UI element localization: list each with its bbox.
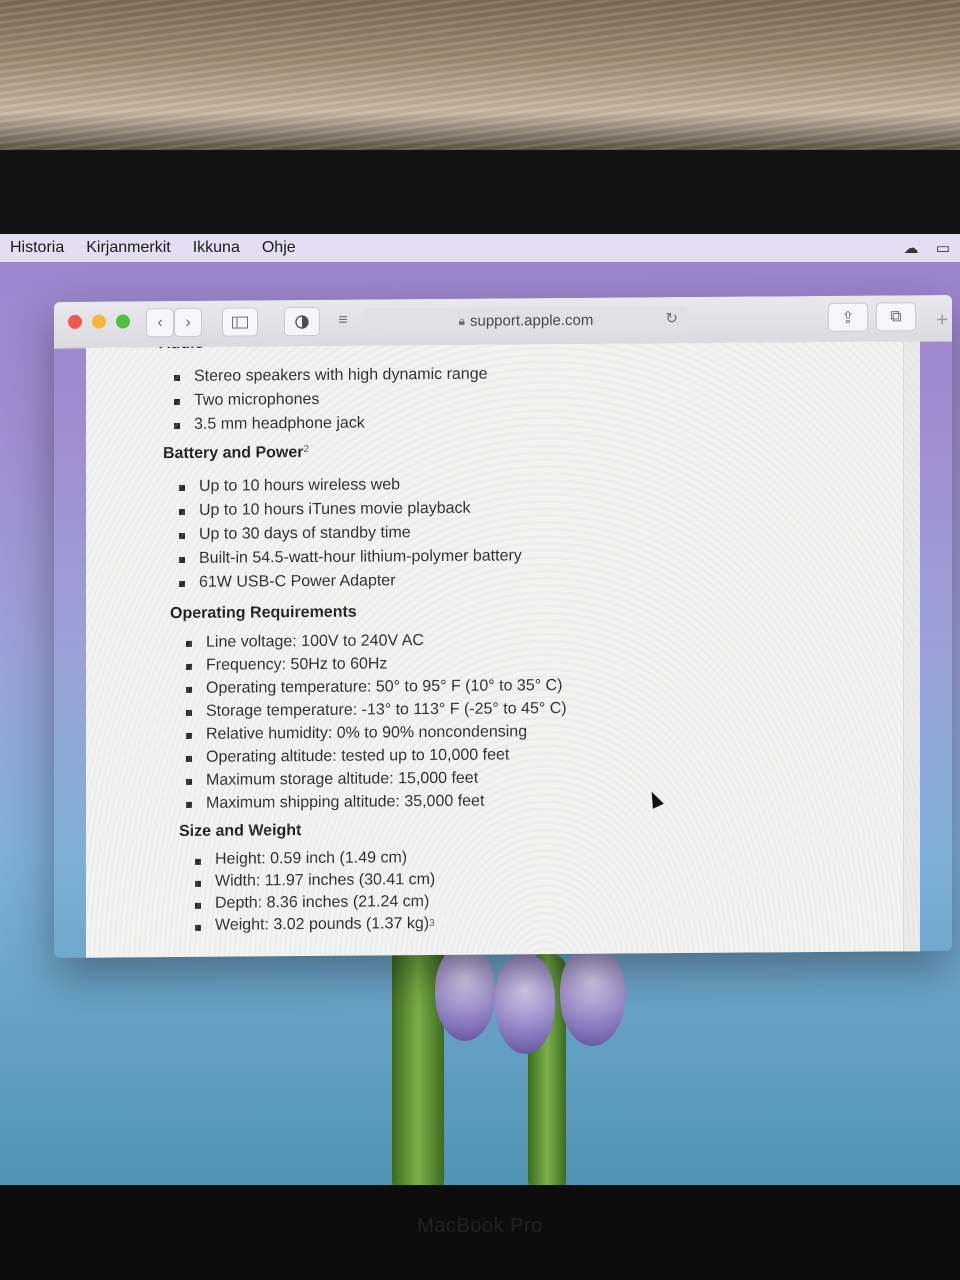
privacy-button[interactable] (284, 306, 320, 337)
audio-list: Stereo speakers with high dynamic range … (174, 359, 920, 437)
menu-historia[interactable]: Historia (10, 239, 64, 257)
menu-ohje[interactable]: Ohje (262, 239, 296, 257)
close-button[interactable] (68, 314, 82, 329)
safari-window: ‹ › ≡ 🔒︎ support.apple.com ↻ ⇪ ⧉ + Audio… (54, 294, 952, 958)
address-bar[interactable]: 🔒︎ support.apple.com ↻ (364, 306, 688, 335)
battery-section: Battery and Power2 Up to 10 hours wirele… (163, 439, 920, 596)
size-list: Height: 0.59 inch (1.49 cm) Width: 11.97… (195, 842, 920, 936)
footnote-3[interactable]: 3 (429, 918, 435, 929)
back-button[interactable]: ‹ (146, 308, 174, 338)
lock-icon: 🔒︎ (458, 313, 465, 328)
minimize-button[interactable] (92, 314, 106, 329)
airplay-icon[interactable]: ▭ (932, 238, 954, 258)
list-item: 3.5 mm headphone jack (174, 407, 920, 437)
operating-list: Line voltage: 100V to 240V AC Frequency:… (186, 625, 920, 815)
size-section: Size and Weight Height: 0.59 inch (1.49 … (179, 816, 920, 937)
menu-bar: Historia Kirjanmerkit Ikkuna Ohje ☁ ▭ (0, 234, 960, 262)
tabs-icon: ⧉ (890, 307, 902, 325)
sidebar-icon (232, 315, 248, 329)
battery-heading: Battery and Power2 (163, 443, 310, 463)
battery-list: Up to 10 hours wireless web Up to 10 hou… (179, 469, 920, 595)
operating-heading: Operating Requirements (170, 603, 357, 623)
address-url: support.apple.com (469, 311, 594, 330)
screen: Historia Kirjanmerkit Ikkuna Ohje ☁ ▭ ‹ … (0, 234, 960, 1185)
wallpaper-flower (425, 946, 635, 1056)
reader-icon: ≡ (338, 311, 348, 329)
forward-button[interactable]: › (174, 307, 202, 338)
menu-ikkuna[interactable]: Ikkuna (193, 239, 240, 257)
new-tab-plus-icon[interactable]: + (936, 309, 948, 332)
menu-kirjanmerkit[interactable]: Kirjanmerkit (86, 239, 170, 257)
browser-toolbar: ‹ › ≡ 🔒︎ support.apple.com ↻ ⇪ ⧉ + (54, 294, 952, 349)
shield-icon (295, 314, 309, 329)
tabs-overview-button[interactable]: ⧉ (876, 302, 916, 332)
share-button[interactable]: ⇪ (828, 302, 868, 332)
sidebar-button[interactable] (222, 307, 258, 337)
maximize-button[interactable] (116, 314, 130, 329)
audio-section: Audio Stereo speakers with high dynamic … (159, 341, 920, 437)
operating-section: Operating Requirements Line voltage: 100… (170, 599, 920, 816)
size-heading: Size and Weight (179, 822, 302, 841)
share-icon: ⇪ (841, 309, 855, 327)
chevron-right-icon: › (185, 313, 191, 331)
reload-icon[interactable]: ↻ (665, 309, 678, 327)
creative-cloud-icon[interactable]: ☁ (900, 238, 922, 258)
page-content: Audio Stereo speakers with high dynamic … (86, 341, 920, 958)
footnote-2[interactable]: 2 (303, 444, 309, 455)
reader-button[interactable]: ≡ (330, 307, 356, 334)
list-item: 61W USB-C Power Adapter (179, 565, 920, 595)
device-label: MacBook Pro (417, 1215, 543, 1237)
menubar-status-area: ☁ ▭ (900, 238, 954, 258)
chevron-left-icon: ‹ (157, 313, 163, 331)
desk-texture (0, 0, 960, 150)
